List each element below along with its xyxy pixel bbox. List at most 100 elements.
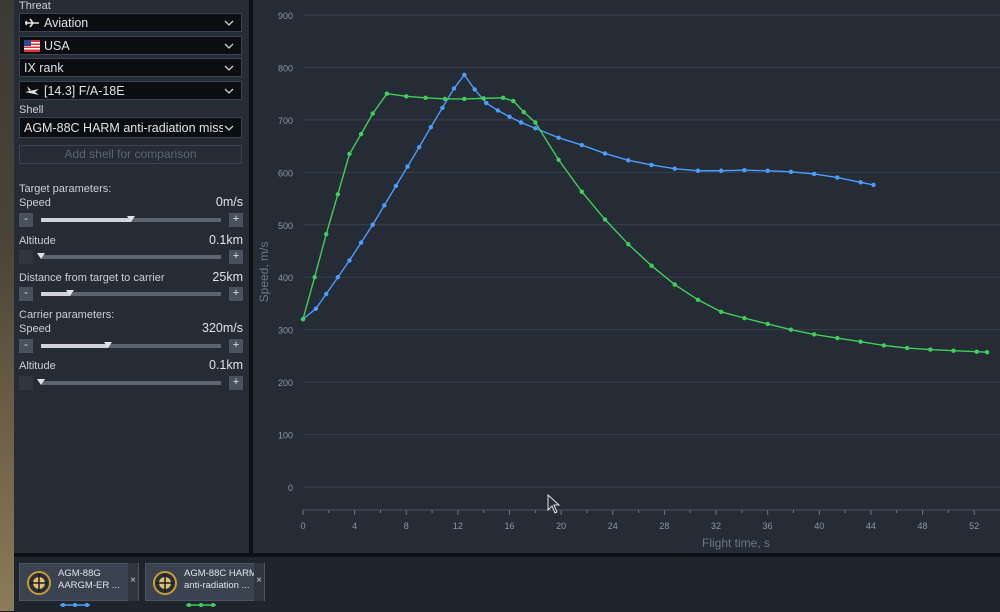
speed-label: Speed <box>19 197 51 209</box>
threat-value: Aviation <box>44 15 89 30</box>
series-1-point <box>719 168 724 173</box>
distance-slider[interactable] <box>41 290 221 296</box>
speed-label: Speed <box>19 323 51 335</box>
series-1-point <box>405 164 410 169</box>
series-1-point <box>440 105 445 111</box>
target-altitude-slider[interactable] <box>37 253 221 259</box>
series-1-point <box>742 168 747 173</box>
country-dropdown[interactable]: USA <box>19 36 242 55</box>
series-1-point <box>335 275 341 280</box>
compare-item-2[interactable]: AGM-88C HARM anti-radiation ... <box>145 563 265 607</box>
target-params-label: Target parameters: <box>19 183 112 195</box>
series-1-point <box>765 168 770 173</box>
carrier-altitude-minus-button[interactable] <box>19 376 33 390</box>
compare-item-desc: AARGM-ER ... <box>58 580 120 591</box>
series-1-point <box>495 108 501 113</box>
distance-slider-row: - + <box>19 287 243 301</box>
chevron-down-icon <box>224 65 234 71</box>
series-2-point <box>404 94 409 99</box>
rank-dropdown[interactable]: IX rank <box>19 58 242 77</box>
series-1-point <box>313 306 319 311</box>
series-1-point <box>695 168 701 173</box>
jet-icon <box>25 85 39 95</box>
chevron-down-icon <box>224 20 234 26</box>
distance-minus-button[interactable]: - <box>19 287 33 301</box>
series-1-point <box>428 125 433 130</box>
series-1-point <box>507 114 512 119</box>
carrier-altitude-slider[interactable] <box>37 379 221 385</box>
chevron-down-icon <box>224 125 234 131</box>
carrier-speed-plus-button[interactable]: + <box>229 339 243 353</box>
series-2-point <box>521 109 526 115</box>
carrier-altitude-value: 0.1km <box>208 358 243 372</box>
slider-thumb[interactable] <box>103 342 112 348</box>
threat-dropdown[interactable]: Aviation <box>19 13 242 32</box>
x-tick-label: 28 <box>659 521 669 531</box>
distance-value: 25km <box>212 270 243 284</box>
slider-thumb[interactable] <box>37 253 45 259</box>
remove-compare-item-1-button[interactable]: × <box>128 563 138 601</box>
carrier-speed-minus-button[interactable]: - <box>19 339 33 353</box>
series-2-point <box>928 347 933 352</box>
missile-icon <box>27 571 51 595</box>
compare-item-1[interactable]: AGM-88G AARGM-ER ... <box>19 563 139 607</box>
target-altitude-plus-button[interactable]: + <box>229 250 243 264</box>
x-tick-label: 20 <box>556 521 566 531</box>
x-tick-label: 48 <box>918 521 928 531</box>
add-shell-button[interactable]: Add shell for comparison <box>19 145 242 164</box>
compare-item-name: AGM-88G <box>58 568 101 579</box>
target-speed-plus-button[interactable]: + <box>229 213 243 227</box>
target-altitude-value: 0.1km <box>208 233 243 247</box>
shell-dropdown[interactable]: AGM-88C HARM anti-radiation missile <box>19 117 242 138</box>
series-1-point <box>370 222 375 227</box>
speed-chart-area: 0 100 200 300 400 500 600 700 800 900 0 4 8 12 16 20 24 2… <box>253 0 1000 553</box>
compare-item-desc: anti-radiation ... <box>184 580 250 591</box>
carrier-params-label: Carrier parameters: <box>19 309 115 321</box>
x-tick-label: 0 <box>300 521 305 531</box>
vehicle-dropdown[interactable]: [14.3] F/A-18E <box>19 81 242 100</box>
target-speed-minus-button[interactable]: - <box>19 213 33 227</box>
slider-thumb[interactable] <box>65 290 74 296</box>
series-2-point <box>384 91 390 96</box>
y-tick-label: 900 <box>278 11 293 21</box>
country-value: USA <box>44 38 70 53</box>
carrier-speed-slider-row: - + <box>19 339 243 353</box>
series-swatch <box>186 594 216 607</box>
series-2-point <box>602 217 608 222</box>
series-2-point <box>533 120 538 125</box>
mouse-cursor-icon <box>547 494 561 514</box>
usa-flag-icon <box>24 39 40 52</box>
carrier-speed-slider[interactable] <box>41 342 221 348</box>
x-tick-label: 12 <box>453 521 463 531</box>
speed-chart: 01002003004005006007008009000 4 8 12 16 20 24 2… <box>257 11 1000 550</box>
series-2-point <box>984 350 990 355</box>
series-1-point <box>518 120 524 125</box>
y-tick-label: 700 <box>278 116 293 126</box>
x-tick-label: 16 <box>505 521 515 531</box>
shell-label: Shell <box>19 104 44 116</box>
series-1-point <box>324 291 329 297</box>
distance-plus-button[interactable]: + <box>229 287 243 301</box>
x-axis-label: Flight time, s <box>702 536 770 550</box>
series-2-point <box>672 282 677 287</box>
series-2-point <box>974 349 979 354</box>
altitude-label: Altitude <box>19 235 56 247</box>
series-2-point <box>649 263 654 268</box>
carrier-altitude-plus-button[interactable]: + <box>229 376 243 390</box>
slider-thumb[interactable] <box>127 216 135 222</box>
target-altitude-minus-button[interactable] <box>19 250 33 264</box>
x-tick-label: 8 <box>404 521 409 531</box>
series-2-point <box>835 335 840 341</box>
slider-thumb[interactable] <box>37 379 45 385</box>
chart-axes: 01002003004005006007008009000 4 8 12 16 20 24 2… <box>278 11 1000 531</box>
series-1-point <box>462 72 467 77</box>
series-2-point <box>579 189 584 194</box>
series-2-point <box>462 96 467 102</box>
series-2-point <box>742 315 747 321</box>
remove-compare-item-2-button[interactable]: × <box>254 563 264 601</box>
series-1-point <box>788 169 794 175</box>
settings-panel: Threat Aviation USA IX rank [14.3] F/A-1… <box>14 0 249 553</box>
y-tick-label: 500 <box>278 221 293 231</box>
series-2-point <box>500 95 506 101</box>
target-speed-slider[interactable] <box>41 216 221 222</box>
